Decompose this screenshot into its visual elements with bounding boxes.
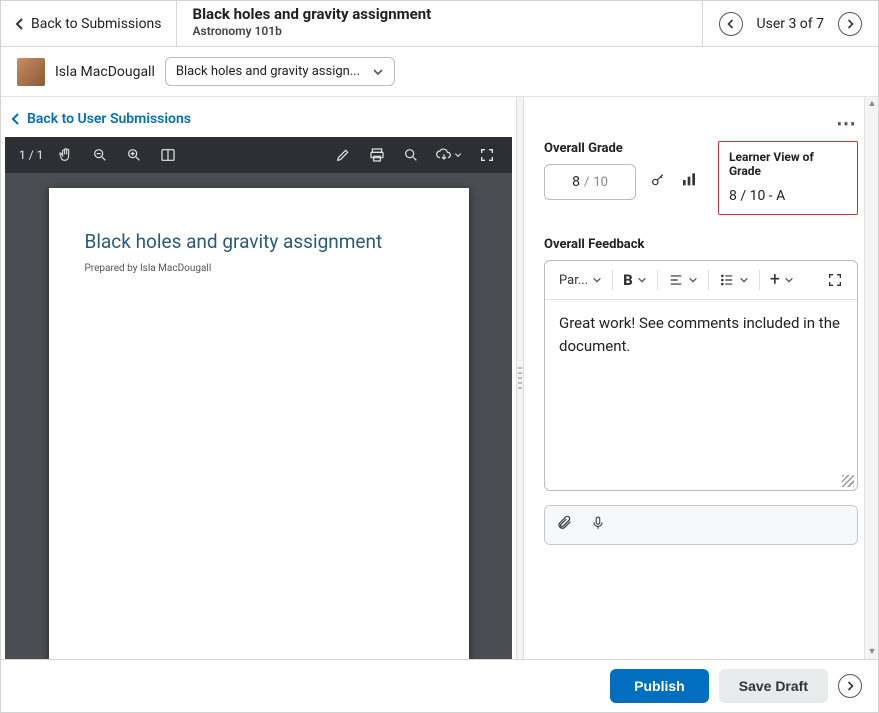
chevron-left-icon (11, 113, 21, 125)
chevron-down-icon (688, 275, 698, 285)
submission-dropdown[interactable]: Black holes and gravity assign... (165, 57, 395, 86)
grade-max: 10 (593, 175, 608, 190)
page-layout-button[interactable] (151, 137, 185, 173)
scroll-down-icon: ▼ (865, 645, 879, 659)
submission-dropdown-label: Black holes and gravity assign... (176, 64, 360, 79)
next-user-button[interactable] (838, 12, 862, 36)
assignment-title: Black holes and gravity assignment (193, 5, 686, 23)
plus-icon: + (770, 273, 780, 287)
columns-icon (160, 147, 176, 163)
chevron-left-icon (726, 19, 736, 29)
zoom-out-icon (92, 147, 108, 163)
document-title: Black holes and gravity assignment (85, 230, 433, 253)
align-left-icon (668, 273, 684, 287)
record-audio-button[interactable] (591, 514, 605, 536)
bar-chart-icon (680, 172, 698, 188)
list-icon (719, 273, 735, 287)
chevron-down-icon (784, 275, 794, 285)
key-icon (650, 172, 666, 188)
publish-button[interactable]: Publish (610, 669, 709, 703)
back-to-user-submissions-label: Back to User Submissions (27, 111, 191, 127)
attach-file-button[interactable] (557, 514, 573, 536)
editor-fullscreen-button[interactable] (823, 268, 847, 292)
learner-view-of-grade: Learner View of Grade 8 / 10 - A (718, 141, 858, 215)
save-draft-button[interactable]: Save Draft (719, 669, 828, 703)
overall-grade-label: Overall Grade (544, 141, 700, 156)
user-counter: User 3 of 7 (757, 16, 824, 32)
paragraph-style-dropdown[interactable]: Par... (555, 269, 606, 292)
chevron-right-icon (845, 19, 855, 29)
grade-input[interactable]: 8 / 10 (544, 164, 636, 200)
back-to-user-submissions[interactable]: Back to User Submissions (1, 97, 516, 137)
vertical-scrollbar[interactable]: ▲ ▼ (864, 97, 878, 659)
grip-icon (518, 367, 522, 391)
download-cloud-icon (436, 147, 452, 163)
overall-feedback-label: Overall Feedback (544, 237, 858, 252)
page-counter: 1 / 1 (13, 148, 49, 162)
fullscreen-button[interactable] (470, 137, 504, 173)
hand-icon (58, 147, 74, 163)
annotate-button[interactable] (326, 137, 360, 173)
pan-tool-button[interactable] (49, 137, 83, 173)
more-actions-button[interactable]: ⋯ (836, 111, 858, 135)
search-button[interactable] (394, 137, 428, 173)
learner-avatar (17, 58, 45, 86)
paperclip-icon (557, 514, 573, 532)
document-scroll-area[interactable]: Black holes and gravity assignment Prepa… (5, 173, 512, 713)
learner-view-label: Learner View of Grade (729, 150, 847, 178)
fullscreen-icon (827, 272, 843, 288)
fullscreen-icon (479, 147, 495, 163)
back-to-submissions[interactable]: Back to Submissions (1, 1, 177, 46)
microphone-icon (591, 514, 605, 532)
panel-resize-handle[interactable] (516, 97, 524, 659)
learner-view-value: 8 / 10 - A (729, 188, 847, 204)
grade-value: 8 (572, 174, 580, 190)
chevron-down-icon (372, 66, 384, 78)
grade-key-button[interactable] (650, 172, 666, 192)
document-page: Black holes and gravity assignment Prepa… (49, 188, 469, 713)
chevron-down-icon (592, 275, 602, 285)
search-icon (403, 147, 419, 163)
prev-user-button[interactable] (719, 12, 743, 36)
paragraph-style-label: Par... (559, 273, 588, 288)
print-icon (369, 147, 385, 163)
insert-dropdown[interactable]: + (766, 269, 798, 291)
zoom-in-icon (126, 147, 142, 163)
chevron-left-icon (15, 18, 25, 30)
next-action-button[interactable] (838, 674, 862, 698)
list-dropdown[interactable] (715, 269, 753, 291)
scroll-up-icon: ▲ (865, 97, 879, 111)
pencil-icon (335, 147, 351, 163)
chevron-down-icon (739, 275, 749, 285)
chevron-down-icon (454, 151, 462, 159)
back-to-submissions-label: Back to Submissions (31, 16, 162, 32)
bold-dropdown[interactable]: B (619, 267, 651, 293)
feedback-editor: Par... B (544, 260, 858, 491)
zoom-out-button[interactable] (83, 137, 117, 173)
grade-separator: / (584, 175, 589, 190)
zoom-in-button[interactable] (117, 137, 151, 173)
feedback-textarea[interactable]: Great work! See comments included in the… (545, 300, 857, 490)
document-toolbar: 1 / 1 (5, 137, 512, 173)
align-dropdown[interactable] (664, 269, 702, 291)
learner-name: Isla MacDougall (55, 64, 155, 80)
bold-icon: B (623, 271, 633, 289)
download-button[interactable] (428, 137, 470, 173)
document-author: Prepared by Isla MacDougall (85, 263, 433, 274)
chevron-down-icon (637, 275, 647, 285)
chevron-right-icon (845, 681, 855, 691)
course-subtitle: Astronomy 101b (193, 24, 686, 38)
print-button[interactable] (360, 137, 394, 173)
header-title-block: Black holes and gravity assignment Astro… (177, 1, 702, 46)
grade-stats-button[interactable] (680, 172, 698, 192)
